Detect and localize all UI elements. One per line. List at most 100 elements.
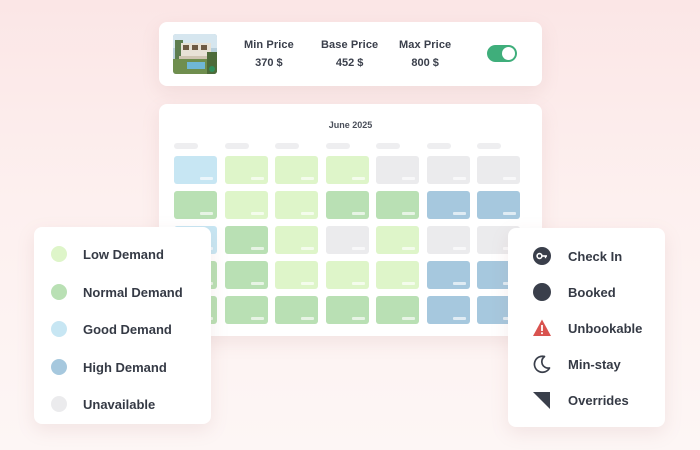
day-price-placeholder xyxy=(503,212,516,215)
demand-legend: Low Demand Normal Demand Good Demand High D… xyxy=(34,227,211,424)
status-label: Min-stay xyxy=(568,357,621,372)
status-label: Overrides xyxy=(568,393,629,408)
base-price-label: Base Price xyxy=(321,39,379,51)
status-item-overrides: Overrides xyxy=(508,390,665,410)
calendar-day-cell[interactable] xyxy=(426,226,470,254)
legend-item-good: Good Demand xyxy=(34,319,211,339)
day-price-placeholder xyxy=(250,317,264,320)
pricing-toggle[interactable] xyxy=(487,45,517,62)
day-price-placeholder xyxy=(250,212,264,215)
day-price-placeholder xyxy=(301,317,314,320)
calendar-day-cell[interactable] xyxy=(376,226,419,254)
status-item-min-stay: Min-stay xyxy=(508,354,665,374)
calendar-day-cell[interactable] xyxy=(224,296,268,324)
calendar-day-cell[interactable] xyxy=(275,191,318,219)
min-price: Min Price 370 $ xyxy=(244,39,294,69)
price-summary-card: Min Price 370 $ Base Price 452 $ Max Pri… xyxy=(159,22,542,86)
calendar-day-cell[interactable] xyxy=(325,296,369,324)
day-price-placeholder xyxy=(200,177,213,180)
weekday-header xyxy=(224,143,249,149)
warning-icon xyxy=(532,318,552,338)
day-price-placeholder xyxy=(452,282,466,285)
calendar-day-cell[interactable] xyxy=(376,156,419,184)
weekday-header xyxy=(376,143,400,149)
weekday-header xyxy=(325,143,350,149)
legend-label: Good Demand xyxy=(83,322,172,337)
weekday-header xyxy=(174,143,198,149)
property-thumbnail[interactable] xyxy=(173,34,217,74)
calendar-day-cell[interactable] xyxy=(325,226,369,254)
day-price-placeholder xyxy=(452,247,466,250)
calendar-day-cell[interactable] xyxy=(275,261,318,289)
legend-label: Low Demand xyxy=(83,247,164,262)
calendar-day-cell[interactable] xyxy=(275,296,318,324)
min-price-value: 370 $ xyxy=(255,57,283,69)
max-price: Max Price 800 $ xyxy=(399,39,451,69)
min-price-label: Min Price xyxy=(244,39,294,51)
toggle-knob xyxy=(502,47,515,60)
legend-swatch xyxy=(51,396,67,412)
day-price-placeholder xyxy=(503,177,516,180)
day-price-placeholder xyxy=(250,247,264,250)
day-price-placeholder xyxy=(402,282,415,285)
legend-swatch xyxy=(51,358,67,375)
day-price-placeholder xyxy=(250,177,264,180)
calendar-day-cell[interactable] xyxy=(426,261,470,289)
day-price-placeholder xyxy=(301,247,314,250)
calendar-month-title: June 2025 xyxy=(328,120,373,130)
legend-swatch xyxy=(51,246,67,262)
status-item-check-in: Check In xyxy=(508,246,665,266)
status-label: Booked xyxy=(568,285,616,300)
day-price-placeholder xyxy=(351,212,365,215)
calendar-day-cell[interactable] xyxy=(174,156,217,184)
status-legend: Check In Booked Unbookable Min-stay Override… xyxy=(508,228,665,427)
day-price-placeholder xyxy=(402,177,415,180)
calendar-day-cell[interactable] xyxy=(426,191,470,219)
day-price-placeholder xyxy=(351,282,365,285)
max-price-label: Max Price xyxy=(399,39,452,51)
calendar-day-cell[interactable] xyxy=(376,191,419,219)
legend-label: Unavailable xyxy=(83,397,156,412)
override-icon xyxy=(532,390,552,410)
calendar-day-cell[interactable] xyxy=(224,156,268,184)
calendar-day-cell[interactable] xyxy=(224,261,268,289)
calendar-day-cell[interactable] xyxy=(224,191,268,219)
calendar-day-cell[interactable] xyxy=(376,261,419,289)
status-label: Check In xyxy=(568,249,623,264)
calendar-day-cell[interactable] xyxy=(224,226,268,254)
calendar-day-cell[interactable] xyxy=(275,156,318,184)
legend-item-high: High Demand xyxy=(34,357,211,377)
status-item-unbookable: Unbookable xyxy=(508,318,665,338)
legend-label: Normal Demand xyxy=(83,284,183,300)
day-price-placeholder xyxy=(301,177,314,180)
max-price-value: 800 $ xyxy=(411,57,439,69)
day-price-placeholder xyxy=(351,317,365,320)
calendar-day-cell[interactable] xyxy=(325,191,369,219)
calendar-day-cell[interactable] xyxy=(426,296,470,324)
calendar-day-cell[interactable] xyxy=(275,226,318,254)
legend-swatch xyxy=(51,321,67,337)
calendar-day-cell[interactable] xyxy=(174,191,217,219)
day-price-placeholder xyxy=(351,247,365,250)
day-price-placeholder xyxy=(402,247,415,250)
calendar-day-cell[interactable] xyxy=(426,156,470,184)
day-price-placeholder xyxy=(200,212,213,215)
day-price-placeholder xyxy=(351,177,365,180)
day-price-placeholder xyxy=(452,177,466,180)
day-price-placeholder xyxy=(250,282,264,285)
weekday-header xyxy=(477,143,501,149)
calendar-day-cell[interactable] xyxy=(477,156,520,184)
day-price-placeholder xyxy=(452,212,466,215)
day-price-placeholder xyxy=(301,282,314,285)
calendar-day-cell[interactable] xyxy=(325,261,369,289)
status-label: Unbookable xyxy=(568,321,643,336)
weekday-header xyxy=(426,143,451,149)
base-price-value: 452 $ xyxy=(335,57,364,69)
base-price: Base Price 452 $ xyxy=(321,39,378,69)
day-price-placeholder xyxy=(452,317,466,320)
legend-label: High Demand xyxy=(83,359,167,375)
calendar-day-cell[interactable] xyxy=(325,156,369,184)
calendar-day-cell[interactable] xyxy=(477,191,520,219)
day-price-placeholder xyxy=(301,212,314,215)
calendar-day-cell[interactable] xyxy=(376,296,419,324)
